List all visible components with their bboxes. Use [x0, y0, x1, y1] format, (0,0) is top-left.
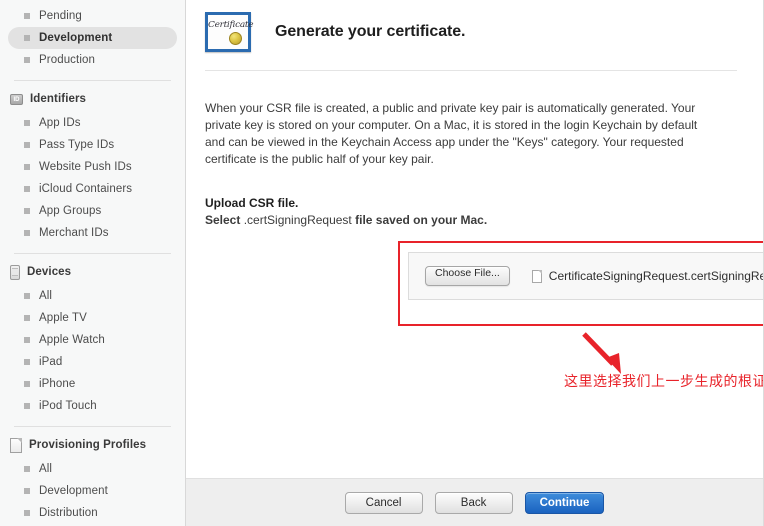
sidebar-item-label: App IDs	[39, 117, 81, 129]
sidebar-item-app-groups[interactable]: App Groups	[8, 200, 177, 222]
bullet-icon	[24, 293, 30, 299]
sidebar-item-merchant-ids[interactable]: Merchant IDs	[8, 222, 177, 244]
main-content: Certificate Generate your certificate. W…	[186, 0, 763, 478]
sidebar-item-app-ids[interactable]: App IDs	[8, 112, 177, 134]
back-button[interactable]: Back	[434, 491, 513, 514]
sidebar-item-label: Website Push IDs	[39, 161, 132, 173]
header-divider	[205, 70, 737, 71]
selected-file-name: CertificateSigningRequest.certSigningReq…	[548, 269, 763, 283]
description-paragraph: When your CSR file is created, a public …	[205, 101, 698, 166]
bullet-icon	[24, 381, 30, 387]
device-phone-icon	[10, 264, 20, 280]
sidebar-item-label: All	[39, 290, 53, 302]
sidebar-item-label: iPad	[39, 356, 63, 368]
continue-button[interactable]: Continue	[524, 491, 605, 514]
sidebar-item-label: Distribution	[39, 507, 98, 519]
sidebar-item-label: iCloud Containers	[39, 183, 133, 195]
certificate-seal-icon	[229, 32, 242, 45]
file-upload-panel: Choose File... CertificateSigningRequest…	[408, 252, 763, 300]
document-icon	[10, 437, 22, 453]
bullet-icon	[24, 142, 30, 148]
cancel-button[interactable]: Cancel	[344, 491, 423, 514]
bullet-icon	[24, 466, 30, 472]
upload-sub-prefix: Select	[205, 213, 241, 227]
sidebar-item-label: iPhone	[39, 378, 76, 390]
sidebar-item-development[interactable]: Development	[8, 27, 177, 49]
sidebar-item-label: Development	[39, 32, 113, 44]
bullet-icon	[24, 230, 30, 236]
sidebar-item-devices-all[interactable]: All	[8, 285, 177, 307]
sidebar-item-pending[interactable]: Pending	[8, 5, 177, 27]
sidebar-item-icloud-containers[interactable]: iCloud Containers	[8, 178, 177, 200]
bullet-icon	[24, 337, 30, 343]
sidebar-item-label: Apple Watch	[39, 334, 105, 346]
upload-sub-suffix: file saved on your Mac.	[355, 213, 488, 227]
footer-bar: Cancel Back Continue	[186, 478, 763, 526]
sidebar-item-label: Development	[39, 485, 108, 497]
sidebar-item-apple-tv[interactable]: Apple TV	[8, 307, 177, 329]
main-panel: Certificate Generate your certificate. W…	[186, 0, 764, 526]
sidebar-item-ipod-touch[interactable]: iPod Touch	[8, 395, 177, 417]
bullet-icon	[24, 208, 30, 214]
sidebar-section-devices[interactable]: Devices	[0, 262, 185, 282]
annotation-caption: 这里选择我们上一步生成的根证书	[564, 374, 763, 390]
bullet-icon	[24, 510, 30, 516]
sidebar-divider	[14, 253, 171, 254]
sidebar-section-provisioning-profiles[interactable]: Provisioning Profiles	[0, 435, 185, 455]
page-header: Certificate Generate your certificate.	[186, 0, 763, 56]
sidebar-divider	[14, 426, 171, 427]
bullet-icon	[24, 359, 30, 365]
sidebar-item-label: Production	[39, 54, 95, 66]
choose-file-button[interactable]: Choose File...	[425, 266, 510, 286]
bullet-icon	[24, 488, 30, 494]
sidebar-section-identifiers[interactable]: ID Identifiers	[0, 89, 185, 109]
upload-subheading: Select .certSigningRequest file saved on…	[205, 213, 763, 227]
bullet-icon	[24, 403, 30, 409]
sidebar: Pending Development Production ID Identi…	[0, 0, 186, 526]
sidebar-item-profiles-distribution[interactable]: Distribution	[8, 502, 177, 524]
sidebar-item-profiles-all[interactable]: All	[8, 458, 177, 480]
sidebar-item-label: Apple TV	[39, 312, 87, 324]
file-document-icon	[531, 269, 542, 283]
sidebar-item-apple-watch[interactable]: Apple Watch	[8, 329, 177, 351]
sidebar-top-group: Pending Development Production	[0, 0, 185, 71]
bullet-icon	[24, 35, 30, 41]
app-window: Pending Development Production ID Identi…	[0, 0, 764, 526]
sidebar-item-production[interactable]: Production	[8, 49, 177, 71]
sidebar-item-label: iPod Touch	[39, 400, 97, 412]
certificate-icon: Certificate	[205, 12, 254, 52]
page-title: Generate your certificate.	[275, 23, 466, 40]
bullet-icon	[24, 57, 30, 63]
bullet-icon	[24, 120, 30, 126]
sidebar-divider	[14, 80, 171, 81]
bullet-icon	[24, 13, 30, 19]
sidebar-item-ipad[interactable]: iPad	[8, 351, 177, 373]
sidebar-item-label: App Groups	[39, 205, 102, 217]
sidebar-section-label: Provisioning Profiles	[29, 439, 147, 451]
sidebar-section-label: Devices	[27, 266, 72, 278]
upload-sub-filetype: .certSigningRequest	[243, 213, 352, 227]
bullet-icon	[24, 186, 30, 192]
sidebar-section-label: Identifiers	[30, 93, 87, 105]
upload-heading: Upload CSR file.	[205, 196, 299, 210]
sidebar-item-profiles-development[interactable]: Development	[8, 480, 177, 502]
sidebar-item-iphone[interactable]: iPhone	[8, 373, 177, 395]
sidebar-item-label: Merchant IDs	[39, 227, 109, 239]
sidebar-item-label: All	[39, 463, 53, 475]
sidebar-item-pass-type-ids[interactable]: Pass Type IDs	[8, 134, 177, 156]
certificate-icon-caption: Certificate	[208, 20, 254, 30]
sidebar-item-website-push-ids[interactable]: Website Push IDs	[8, 156, 177, 178]
id-badge-icon: ID	[10, 93, 23, 105]
bullet-icon	[24, 164, 30, 170]
bullet-icon	[24, 315, 30, 321]
sidebar-item-label: Pass Type IDs	[39, 139, 115, 151]
sidebar-item-label: Pending	[39, 10, 82, 22]
